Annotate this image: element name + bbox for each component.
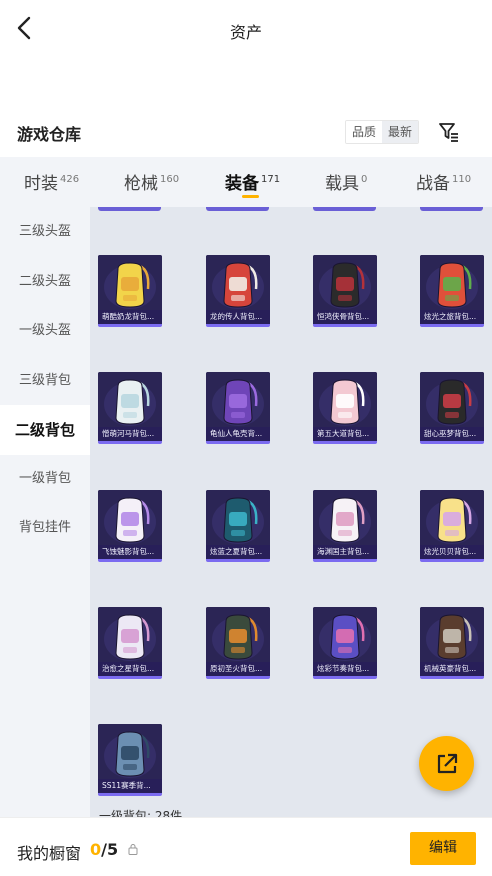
backpack-icon (98, 607, 162, 667)
filter-icon (439, 123, 458, 142)
item-name: 炫蓝之夏背包... (206, 545, 270, 559)
tab-label: 装备 (225, 174, 259, 194)
item-name: SS11赛季背... (98, 779, 162, 793)
tab-label: 时装 (24, 174, 58, 194)
backpack-icon (420, 372, 484, 432)
tab-count: 0 (361, 174, 368, 185)
tab-fashion[interactable]: 时装 426 (24, 169, 79, 194)
tab-label: 载具 (325, 174, 359, 194)
backpack-icon (313, 607, 377, 667)
item-card[interactable]: 萌酷奶龙背包... (98, 255, 162, 327)
tab-supplies[interactable]: 战备 110 (416, 169, 471, 194)
backpack-icon (206, 607, 270, 667)
backpack-icon (420, 607, 484, 667)
item-name: 炫光贝贝背包... (420, 545, 484, 559)
item-name: 龟仙人龟壳背... (206, 427, 270, 441)
backpack-icon (206, 255, 270, 315)
item-grid: 萌酷奶龙背包... 龙的传人背包... 恒鸿侠骨背包... 炫光之旅背包... 憎萌河马… (90, 207, 492, 817)
page-title: 资产 (229, 23, 262, 42)
item-name: 甜心巫梦背包... (420, 427, 484, 441)
top-bar: 资产 (0, 0, 492, 58)
backpack-icon (98, 490, 162, 550)
item-name: 飞蚀魅影背包... (98, 545, 162, 559)
item-name: 炫光之旅背包... (420, 310, 484, 324)
tab-label: 枪械 (124, 174, 158, 194)
item-name: 恒鸿侠骨背包... (313, 310, 377, 324)
item-name: 萌酷奶龙背包... (98, 310, 162, 324)
item-name: 炫彩节奏背包... (313, 662, 377, 676)
bottom-bar: 我的橱窗 0/5 编辑 (0, 817, 492, 876)
item-card[interactable]: 炫彩节奏背包... (313, 607, 377, 679)
tab-count: 171 (261, 174, 281, 185)
item-name: 憎萌河马背包... (98, 427, 162, 441)
item-card[interactable]: 原初圣火背包... (206, 607, 270, 679)
backpack-icon (420, 490, 484, 550)
backpack-icon (420, 255, 484, 315)
tab-count: 426 (60, 174, 80, 185)
item-name: 原初圣火背包... (206, 662, 270, 676)
backpack-icon (98, 372, 162, 432)
tab-equipment[interactable]: 装备 171 (225, 169, 280, 194)
sort-option-newest[interactable]: 最新 (382, 121, 418, 143)
item-card[interactable]: 机械英豪背包... (420, 607, 484, 679)
filter-button[interactable] (436, 119, 462, 145)
showcase-label: 我的橱窗 (17, 844, 82, 863)
item-card[interactable]: 龙的传人背包... (206, 255, 270, 327)
item-card[interactable]: 甜心巫梦背包... (420, 372, 484, 444)
item-name: 机械英豪背包... (420, 662, 484, 676)
tab-count: 160 (160, 174, 180, 185)
tab-label: 战备 (416, 174, 450, 194)
active-tab-indicator (242, 195, 259, 198)
backpack-icon (98, 255, 162, 315)
lock-icon (128, 844, 138, 855)
sidebar: 三级头盔 二级头盔 一级头盔 三级背包 二级背包 一级背包 背包挂件 (0, 207, 90, 817)
share-fab-button[interactable] (419, 736, 474, 791)
sidebar-item-helmet-1[interactable]: 一级头盔 (0, 306, 90, 356)
category-tabs: 时装 426 枪械 160 装备 171 载具 0 战备 110 (0, 157, 492, 207)
tab-vehicles[interactable]: 载具 0 (325, 169, 367, 194)
item-card[interactable]: 治愈之星背包... (98, 607, 162, 679)
backpack-icon (206, 490, 270, 550)
sidebar-item-helmet-2[interactable]: 二级头盔 (0, 257, 90, 307)
sidebar-item-helmet-3[interactable]: 三级头盔 (0, 207, 90, 257)
item-card[interactable]: 海渊国主背包... (313, 490, 377, 562)
item-card[interactable]: 炫光之旅背包... (420, 255, 484, 327)
sort-option-quality[interactable]: 品质 (346, 121, 382, 143)
item-card[interactable]: 炫光贝贝背包... (420, 490, 484, 562)
showcase-current: 0 (90, 840, 102, 859)
item-card[interactable]: 飞蚀魅影背包... (98, 490, 162, 562)
item-card[interactable]: 炫蓝之夏背包... (206, 490, 270, 562)
sidebar-item-backpack-3[interactable]: 三级背包 (0, 356, 90, 406)
backpack-icon (98, 724, 162, 784)
grid-footer-count: 一级背包: 28件 (99, 809, 183, 817)
backpack-icon (313, 372, 377, 432)
item-card[interactable]: 龟仙人龟壳背... (206, 372, 270, 444)
partial-item-card[interactable] (98, 207, 161, 211)
backpack-icon (313, 255, 377, 315)
showcase-count: 0/5 (90, 840, 118, 859)
section-title: 游戏仓库 (17, 125, 82, 144)
sidebar-item-backpack-1[interactable]: 一级背包 (0, 454, 90, 504)
tab-count: 110 (452, 174, 472, 185)
edit-button[interactable]: 编辑 (410, 832, 476, 865)
partial-item-card[interactable] (206, 207, 269, 211)
item-name: 第五大道背包... (313, 427, 377, 441)
item-name: 海渊国主背包... (313, 545, 377, 559)
item-card[interactable]: 第五大道背包... (313, 372, 377, 444)
sidebar-item-pendant[interactable]: 背包挂件 (0, 503, 90, 553)
item-name: 龙的传人背包... (206, 310, 270, 324)
item-card[interactable]: SS11赛季背... (98, 724, 162, 796)
sidebar-item-backpack-2[interactable]: 二级背包 (0, 405, 90, 455)
sort-toggle: 品质 最新 (345, 120, 419, 144)
partial-item-card[interactable] (420, 207, 483, 211)
item-card[interactable]: 憎萌河马背包... (98, 372, 162, 444)
item-name: 治愈之星背包... (98, 662, 162, 676)
item-card[interactable]: 恒鸿侠骨背包... (313, 255, 377, 327)
showcase-total: /5 (101, 840, 119, 859)
external-link-icon (437, 753, 457, 773)
backpack-icon (206, 372, 270, 432)
tab-guns[interactable]: 枪械 160 (124, 169, 179, 194)
backpack-icon (313, 490, 377, 550)
partial-item-card[interactable] (313, 207, 376, 211)
